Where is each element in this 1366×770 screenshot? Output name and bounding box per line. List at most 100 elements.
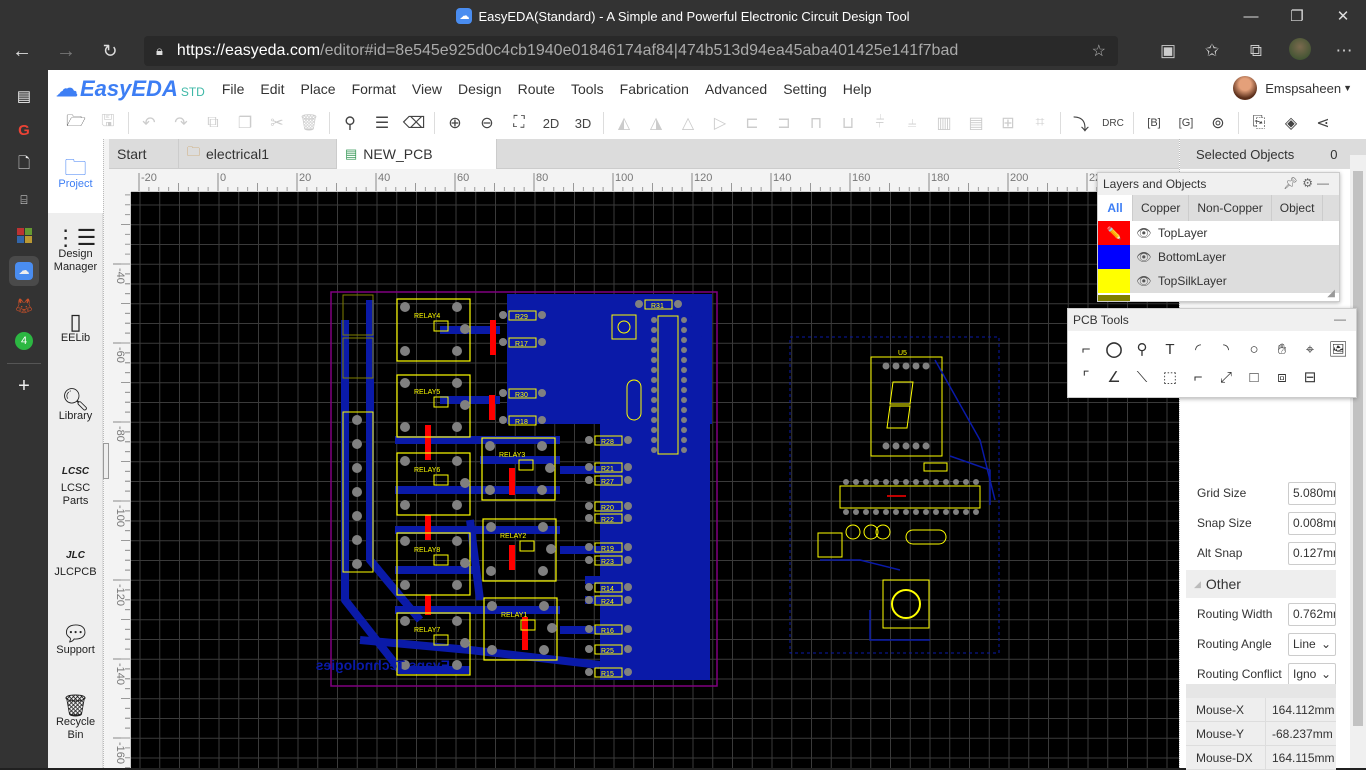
flip-horizontal-icon[interactable]: ▷	[704, 109, 736, 137]
duplicate-icon[interactable]: ⧉	[197, 109, 229, 137]
save-icon[interactable]: 🖫︎	[92, 109, 124, 137]
fit-view-icon[interactable]: ⛶	[503, 109, 535, 137]
menu-format[interactable]: Format	[344, 81, 404, 97]
connect-pad-tool-icon[interactable]: ⟍	[1128, 365, 1156, 389]
pcb-canvas[interactable]: RELAY4 RELAY5 RELAY6 RELAY3 RELAY8 RELAY2 RELA…	[131, 192, 1182, 768]
whatsapp-icon[interactable]: 4	[0, 323, 48, 358]
resize-grip-icon[interactable]: ◢	[1327, 288, 1335, 299]
office-icon[interactable]	[0, 218, 48, 253]
nav-design-manager[interactable]: ⋮☰ Design Manager	[48, 213, 103, 291]
layers-tab-object[interactable]: Object	[1272, 195, 1324, 221]
nav-lcsc-parts[interactable]: LCSC LCSC Parts	[48, 447, 103, 525]
search-icon[interactable]: ⚲	[334, 109, 366, 137]
routing-width-input[interactable]: 0.762mm	[1288, 602, 1336, 626]
drc-button[interactable]: DRC	[1097, 109, 1129, 137]
tab-electrical1[interactable]: 🗀︎ electrical1	[179, 139, 337, 169]
circle-tool-icon[interactable]: ○	[1240, 337, 1268, 361]
distribute-v-icon[interactable]: ▤	[960, 109, 992, 137]
pad-tool-icon[interactable]: ◯	[1100, 337, 1128, 361]
copper-area-tool-icon[interactable]: ⌐	[1184, 365, 1212, 389]
forward-button[interactable]: →	[44, 40, 88, 63]
layer-row-top[interactable]: ✏️ 👁︎ TopLayer	[1098, 221, 1339, 245]
solid-region-tool-icon[interactable]: ⬚	[1156, 365, 1184, 389]
distribute-h-icon[interactable]: ▥	[928, 109, 960, 137]
align-grid-icon[interactable]: ⊞	[992, 109, 1024, 137]
menu-file[interactable]: File	[214, 81, 253, 97]
image-tool-icon[interactable]: 🖼︎	[1324, 337, 1352, 361]
refresh-button[interactable]: ↻	[88, 41, 132, 62]
track-tool-icon[interactable]: ⌐	[1072, 337, 1100, 361]
align-hcenter-icon[interactable]: ⫨	[896, 109, 928, 137]
document-icon[interactable]: 🗋︎	[0, 148, 48, 183]
menu-view[interactable]: View	[404, 81, 450, 97]
nav-support[interactable]: 💬︎ Support	[48, 603, 103, 681]
user-menu[interactable]: Emspsaheen ▼	[1233, 76, 1352, 100]
menu-place[interactable]: Place	[293, 81, 344, 97]
route-icon[interactable]: ⤵	[1065, 109, 1097, 137]
align-right-icon[interactable]: ⊐	[768, 109, 800, 137]
menu-design[interactable]: Design	[450, 81, 510, 97]
canvas-origin-tool-icon[interactable]: ⤢	[1212, 365, 1240, 389]
layer-row-bottom[interactable]: 👁︎ BottomLayer	[1098, 245, 1339, 269]
table-tool-icon[interactable]: ⊟	[1296, 365, 1324, 389]
protractor-tool-icon[interactable]: ∠	[1100, 365, 1128, 389]
add-favorite-icon[interactable]: ☆	[1092, 41, 1106, 61]
dimension-tool-icon[interactable]: ⌜	[1072, 365, 1100, 389]
minimize-button[interactable]: —	[1228, 0, 1274, 32]
delete-icon[interactable]: 🗑︎	[293, 109, 325, 137]
menu-fabrication[interactable]: Fabrication	[612, 81, 697, 97]
pan-hand-icon[interactable]: ✋︎	[1268, 337, 1296, 361]
redo-icon[interactable]: ↷	[165, 109, 197, 137]
align-bottom-icon[interactable]: ⊔	[832, 109, 864, 137]
gitlab-icon[interactable]: 🦊︎	[0, 288, 48, 323]
find-list-icon[interactable]: ☰	[366, 109, 398, 137]
align-top-icon[interactable]: ⊓	[800, 109, 832, 137]
rotate-right-icon[interactable]: ◮	[640, 109, 672, 137]
layer-row-topsilk[interactable]: 👁︎ TopSilkLayer	[1098, 269, 1339, 293]
gear-icon[interactable]: ⚙	[1302, 176, 1317, 190]
eye-icon[interactable]: 👁︎	[1130, 250, 1158, 264]
gerber-icon[interactable]: [G]	[1170, 109, 1202, 137]
easyeda-sidebar-icon[interactable]: ☁	[0, 253, 48, 288]
rectangle-tool-icon[interactable]: □	[1240, 365, 1268, 389]
menu-route[interactable]: Route	[510, 81, 563, 97]
other-group-header[interactable]: ◢ Other	[1186, 570, 1336, 598]
menu-edit[interactable]: Edit	[252, 81, 292, 97]
favorites-icon[interactable]: ✩	[1190, 41, 1234, 61]
view-3d-button[interactable]: 3D	[567, 109, 599, 137]
alt-snap-input[interactable]: 0.127mm	[1288, 541, 1336, 565]
menu-tools[interactable]: Tools	[563, 81, 612, 97]
open-icon[interactable]: 🗁︎	[60, 109, 92, 137]
layers-tab-non-copper[interactable]: Non-Copper	[1189, 195, 1272, 221]
eye-icon[interactable]: 👁︎	[1130, 274, 1158, 288]
share-icon[interactable]: ⋖	[1307, 109, 1339, 137]
properties-scrollbar[interactable]	[1350, 155, 1366, 768]
rotate-left-icon[interactable]: ◭	[608, 109, 640, 137]
text-tool-icon[interactable]: T	[1156, 337, 1184, 361]
arc-3pt-tool-icon[interactable]: ◝	[1212, 337, 1240, 361]
minimize-panel-icon[interactable]: —	[1317, 176, 1333, 190]
google-icon[interactable]: G	[0, 113, 48, 148]
nav-eelib[interactable]: ▯ EELib	[48, 291, 103, 369]
align-left-icon[interactable]: ⊏	[736, 109, 768, 137]
eye-icon[interactable]: 👁︎	[1130, 226, 1158, 240]
pick-place-icon[interactable]: ⊚	[1202, 109, 1234, 137]
copy-icon[interactable]: ❐	[229, 109, 261, 137]
view-2d-button[interactable]: 2D	[535, 109, 567, 137]
close-window-button[interactable]: ✕	[1320, 0, 1366, 32]
nav-jlcpcb[interactable]: JLC JLCPCB	[48, 525, 103, 603]
layers-tab-all[interactable]: All	[1098, 195, 1133, 221]
url-field[interactable]: 🔒︎ https://easyeda.com/editor#id=8e545e9…	[144, 36, 1118, 66]
profile-avatar[interactable]	[1278, 37, 1322, 65]
routing-angle-select[interactable]: Line ⌄	[1288, 632, 1336, 656]
align-vcenter-icon[interactable]: ⫩	[864, 109, 896, 137]
nav-recycle-bin[interactable]: 🗑︎ Recycle Bin	[48, 681, 103, 759]
zoom-in-icon[interactable]: ⊕	[439, 109, 471, 137]
group-icon[interactable]: ⌗	[1024, 109, 1056, 137]
tab-start[interactable]: Start	[109, 139, 179, 169]
arc-center-tool-icon[interactable]: ◜	[1184, 337, 1212, 361]
nav-library[interactable]: 🔍︎ Library	[48, 369, 103, 447]
import-icon[interactable]: ⎘	[1243, 109, 1275, 137]
tab-new-pcb[interactable]: ▤ NEW_PCB	[337, 139, 497, 169]
menu-advanced[interactable]: Advanced	[697, 81, 775, 97]
